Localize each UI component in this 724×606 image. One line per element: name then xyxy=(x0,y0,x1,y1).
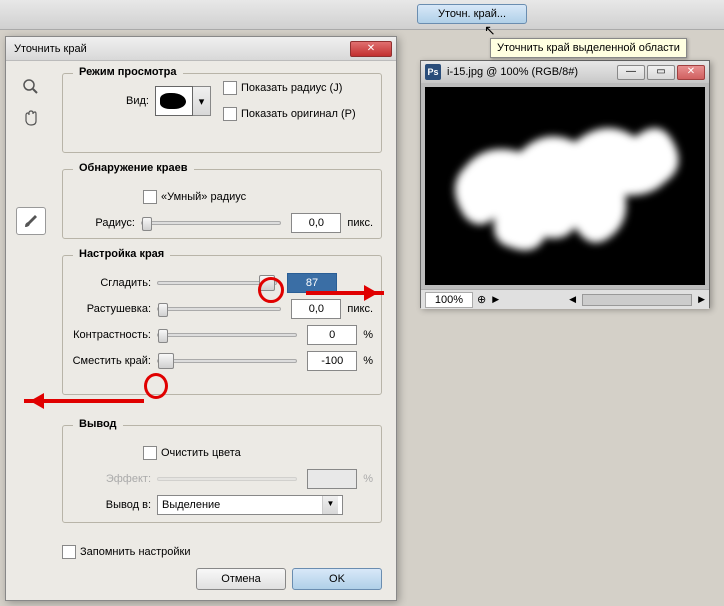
close-button[interactable]: ✕ xyxy=(350,41,392,57)
info-icon[interactable]: ⊕ xyxy=(477,293,486,306)
maximize-button[interactable]: ▭ xyxy=(647,65,675,80)
annotation-arrow-right xyxy=(306,291,384,295)
refine-edge-toolbar-button[interactable]: Уточн. край... xyxy=(417,4,527,24)
photoshop-icon: Ps xyxy=(425,64,441,80)
close-window-button[interactable]: ✕ xyxy=(677,65,705,80)
show-radius-label: Показать радиус (J) xyxy=(241,82,342,94)
smooth-label: Сгладить: xyxy=(71,277,157,289)
cursor-icon: ↖ xyxy=(484,22,496,39)
radius-input[interactable]: 0,0 xyxy=(291,213,341,233)
effect-unit: % xyxy=(363,473,373,485)
group-view-title: Режим просмотра xyxy=(73,66,183,78)
scrollbar[interactable] xyxy=(582,294,692,306)
document-titlebar[interactable]: Ps i-15.jpg @ 100% (RGB/8#) — ▭ ✕ xyxy=(421,61,709,83)
feather-unit: пикс. xyxy=(347,303,373,315)
show-radius-checkbox[interactable] xyxy=(223,81,237,95)
canvas[interactable] xyxy=(425,87,705,285)
remember-checkbox[interactable] xyxy=(62,545,76,559)
shift-unit: % xyxy=(363,355,373,367)
show-original-checkbox[interactable] xyxy=(223,107,237,121)
view-mode-dropdown[interactable]: ▾ xyxy=(193,86,211,116)
view-mode-thumb[interactable] xyxy=(155,86,193,116)
view-label: Вид: xyxy=(71,95,155,107)
decontaminate-checkbox[interactable] xyxy=(143,446,157,460)
shift-label: Сместить край: xyxy=(71,355,157,367)
brush-tool[interactable] xyxy=(16,207,46,235)
refine-edge-dialog: Уточнить край ✕ Режим просмотра Вид: ▾ П… xyxy=(5,36,397,601)
document-window: Ps i-15.jpg @ 100% (RGB/8#) — ▭ ✕ 100% ⊕… xyxy=(420,60,710,308)
smart-radius-label: «Умный» радиус xyxy=(161,191,246,203)
scroll-right-icon[interactable]: ▶ xyxy=(698,294,705,305)
chevron-right-icon[interactable]: ▶ xyxy=(492,294,499,305)
group-output-title: Вывод xyxy=(73,418,123,430)
dialog-title: Уточнить край xyxy=(10,43,350,55)
contrast-unit: % xyxy=(363,329,373,341)
radius-label: Радиус: xyxy=(71,217,141,229)
radius-unit: пикс. xyxy=(347,217,373,229)
contrast-slider[interactable] xyxy=(157,333,297,337)
effect-label: Эффект: xyxy=(71,473,157,485)
document-title: i-15.jpg @ 100% (RGB/8#) xyxy=(443,66,615,78)
contrast-label: Контрастность: xyxy=(71,329,157,341)
cancel-button[interactable]: Отмена xyxy=(196,568,286,590)
feather-input[interactable]: 0,0 xyxy=(291,299,341,319)
ok-button[interactable]: OK xyxy=(292,568,382,590)
remember-label: Запомнить настройки xyxy=(80,546,191,558)
group-edge-title: Обнаружение краев xyxy=(73,162,194,174)
output-to-label: Вывод в: xyxy=(71,499,157,511)
feather-slider[interactable] xyxy=(157,307,281,311)
effect-input xyxy=(307,469,357,489)
scroll-left-icon[interactable]: ◀ xyxy=(569,294,576,305)
minimize-button[interactable]: — xyxy=(617,65,645,80)
decontaminate-label: Очистить цвета xyxy=(161,447,241,459)
tooltip: Уточнить край выделенной области xyxy=(490,38,687,58)
annotation-arrow-left xyxy=(24,399,144,403)
radius-slider[interactable] xyxy=(141,221,281,225)
effect-slider xyxy=(157,477,297,481)
dialog-titlebar[interactable]: Уточнить край ✕ xyxy=(6,37,396,61)
group-adjust-title: Настройка края xyxy=(73,248,170,260)
annotation-circle-shift xyxy=(144,373,168,399)
zoom-tool[interactable] xyxy=(16,73,46,101)
chevron-down-icon: ▼ xyxy=(322,496,338,514)
hand-tool[interactable] xyxy=(16,105,46,133)
smooth-input[interactable]: 87 xyxy=(287,273,337,293)
smart-radius-checkbox[interactable] xyxy=(143,190,157,204)
contrast-input[interactable]: 0 xyxy=(307,325,357,345)
status-bar: 100% ⊕ ▶ ◀ ▶ xyxy=(421,289,709,309)
zoom-level[interactable]: 100% xyxy=(425,292,473,308)
shift-input[interactable]: -100 xyxy=(307,351,357,371)
output-to-select[interactable]: Выделение▼ xyxy=(157,495,343,515)
feather-label: Растушевка: xyxy=(71,303,157,315)
shift-slider[interactable] xyxy=(157,359,297,363)
annotation-circle-smooth xyxy=(258,277,284,303)
show-original-label: Показать оригинал (P) xyxy=(241,108,356,120)
